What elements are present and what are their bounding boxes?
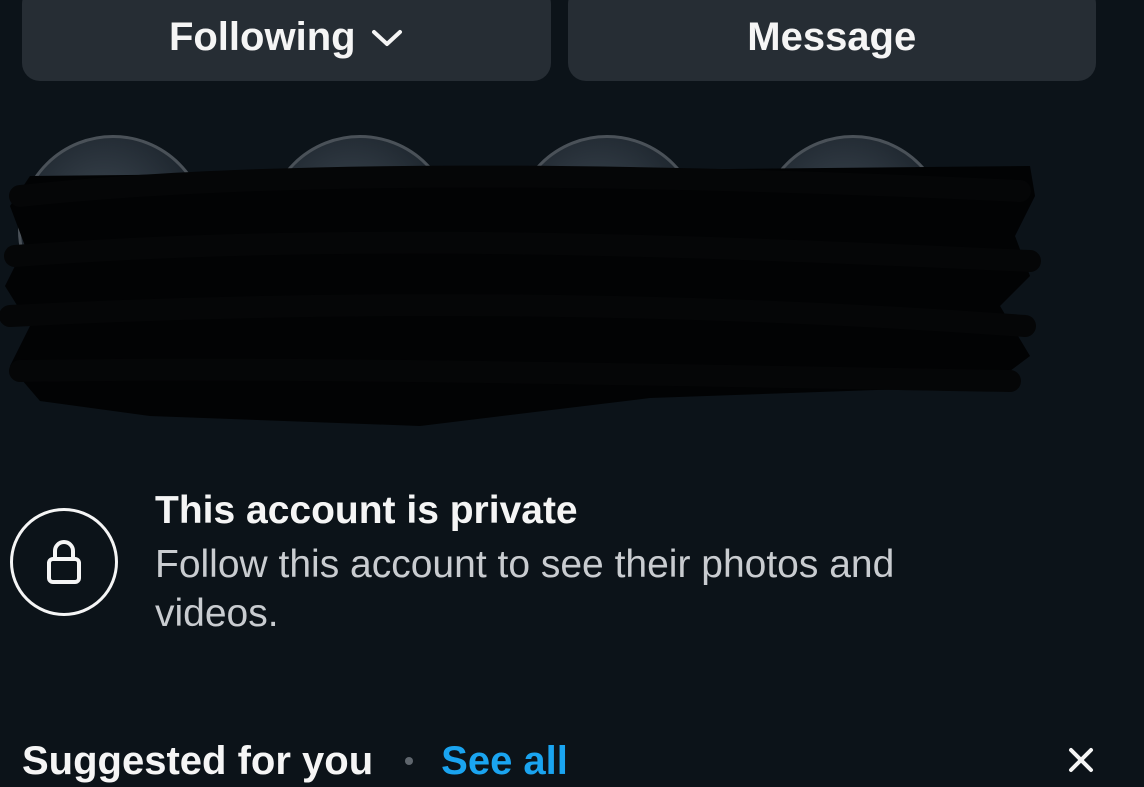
private-title: This account is private [155, 489, 578, 532]
chevron-down-icon [371, 29, 402, 46]
see-all-link[interactable]: See all [441, 739, 568, 784]
close-icon[interactable] [1066, 745, 1096, 775]
private-account-notice: This account is private Follow this acco… [0, 488, 1144, 638]
following-label: Following [168, 15, 356, 59]
story-highlights [0, 120, 1144, 426]
profile-actions: Following Message [22, 0, 1096, 81]
lock-icon [10, 508, 118, 616]
message-label: Message [747, 15, 917, 59]
suggested-title: Suggested for you [22, 738, 374, 783]
private-description: Follow this account to see their photos … [155, 543, 895, 635]
message-button[interactable]: Message [567, 0, 1096, 81]
redaction-scribble [0, 165, 1041, 426]
following-button[interactable]: Following [22, 0, 551, 81]
suggested-header: Suggested for you See all [22, 735, 1122, 787]
separator-dot [405, 757, 414, 765]
